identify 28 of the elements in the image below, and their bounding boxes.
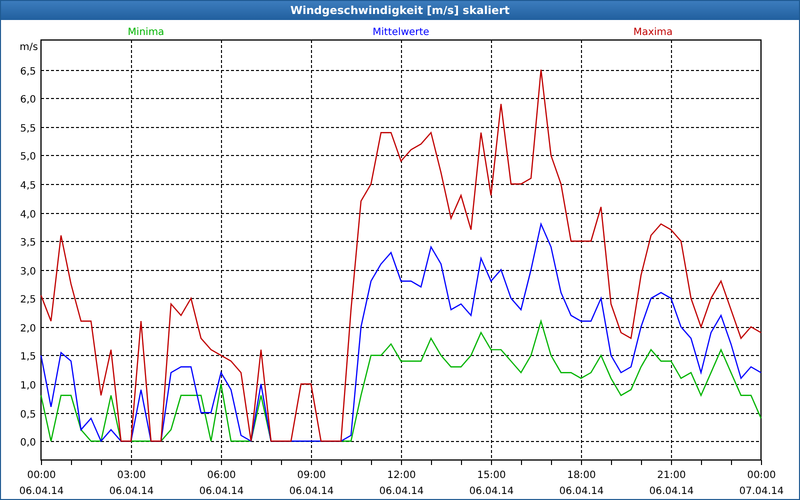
axis-tick-label: 21:00 06.04.14	[649, 470, 694, 497]
axis-tick-label: 3,0	[20, 266, 36, 278]
axis-tick-label: 4,0	[20, 210, 36, 220]
axis-tick-label: 5,0	[20, 152, 36, 162]
axis-tick-label: 03:00 06.04.14	[109, 470, 154, 497]
axis-tick-label: 2,0	[20, 324, 36, 334]
axis-tick-label: 09:00 06.04.14	[289, 470, 334, 497]
axis-tick-label: 4,5	[20, 180, 36, 192]
axis-tick-label: 1,0	[20, 380, 36, 392]
legend-label: Mittelwerte	[372, 27, 430, 38]
legend-label: Maxima	[633, 27, 673, 38]
axis-tick-label: 5,5	[20, 124, 36, 134]
axis-tick-label: 00:00 06.04.14	[19, 470, 64, 497]
axis-tick-label: 2,5	[20, 294, 36, 306]
axis-tick-label: 00:00 07.04.14	[739, 470, 784, 497]
axis-label: m/s	[20, 42, 38, 53]
legend-label: Minima	[128, 27, 164, 38]
window-title: Windgeschwindigkeit [m/s] skaliert	[290, 3, 510, 19]
axis-tick-label: 6,0	[20, 94, 36, 106]
axis-tick-label: 06:00 06.04.14	[199, 470, 244, 497]
axis-tick-label: 6,5	[20, 66, 36, 78]
axis-tick-label: 12:00 06.04.14	[379, 470, 424, 497]
axis-tick-label: 3,5	[20, 238, 36, 248]
axis-tick-label: 0,5	[20, 410, 36, 420]
axis-tick-label: 15:00 06.04.14	[469, 470, 514, 497]
axis-tick-label: 0,0	[20, 438, 36, 448]
axis-tick-label: 1,5	[20, 352, 36, 362]
axis-tick-label: 18:00 06.04.14	[559, 470, 604, 497]
